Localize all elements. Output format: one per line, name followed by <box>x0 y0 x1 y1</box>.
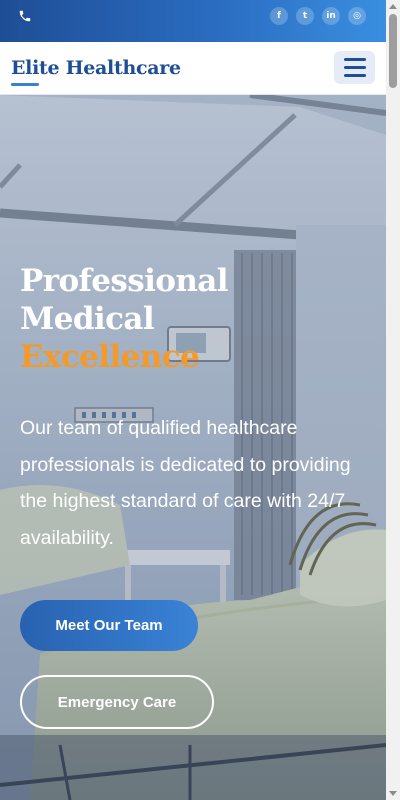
phone-icon[interactable] <box>18 9 32 23</box>
page-scrollbar[interactable] <box>386 0 400 800</box>
hero-title-line1: Professional <box>20 263 229 299</box>
twitter-icon[interactable]: t <box>296 7 314 25</box>
hero-section: Professional Medical Excellence Our team… <box>0 95 386 800</box>
hamburger-menu-icon-bar <box>343 74 366 77</box>
hamburger-menu-icon-bar <box>343 66 366 69</box>
hamburger-menu-icon <box>343 58 366 61</box>
hero-title-accent: Excellence <box>20 339 200 375</box>
emergency-care-button[interactable]: Emergency Care <box>20 675 214 729</box>
scrollbar-thumb[interactable] <box>389 14 397 88</box>
page: f t in ◎ Elite Healthcare Professional M… <box>0 0 386 800</box>
meet-our-team-button[interactable]: Meet Our Team <box>20 600 198 651</box>
scroll-down-arrow-icon[interactable] <box>389 791 397 796</box>
instagram-icon[interactable]: ◎ <box>348 7 366 25</box>
top-contact-bar: f t in ◎ <box>0 0 386 42</box>
hamburger-menu-button[interactable] <box>334 51 375 84</box>
linkedin-icon[interactable]: in <box>322 7 340 25</box>
facebook-icon[interactable]: f <box>270 7 288 25</box>
logo-underline <box>11 83 39 86</box>
social-links: f t in ◎ <box>270 7 366 25</box>
hero-description: Our team of qualified healthcare profess… <box>20 417 351 549</box>
scroll-up-arrow-icon[interactable] <box>389 4 397 9</box>
site-logo[interactable]: Elite Healthcare <box>11 57 181 79</box>
hero-title: Professional Medical Excellence <box>20 262 229 376</box>
main-navbar: Elite Healthcare <box>0 42 386 95</box>
hero-title-line2: Medical <box>20 301 155 337</box>
